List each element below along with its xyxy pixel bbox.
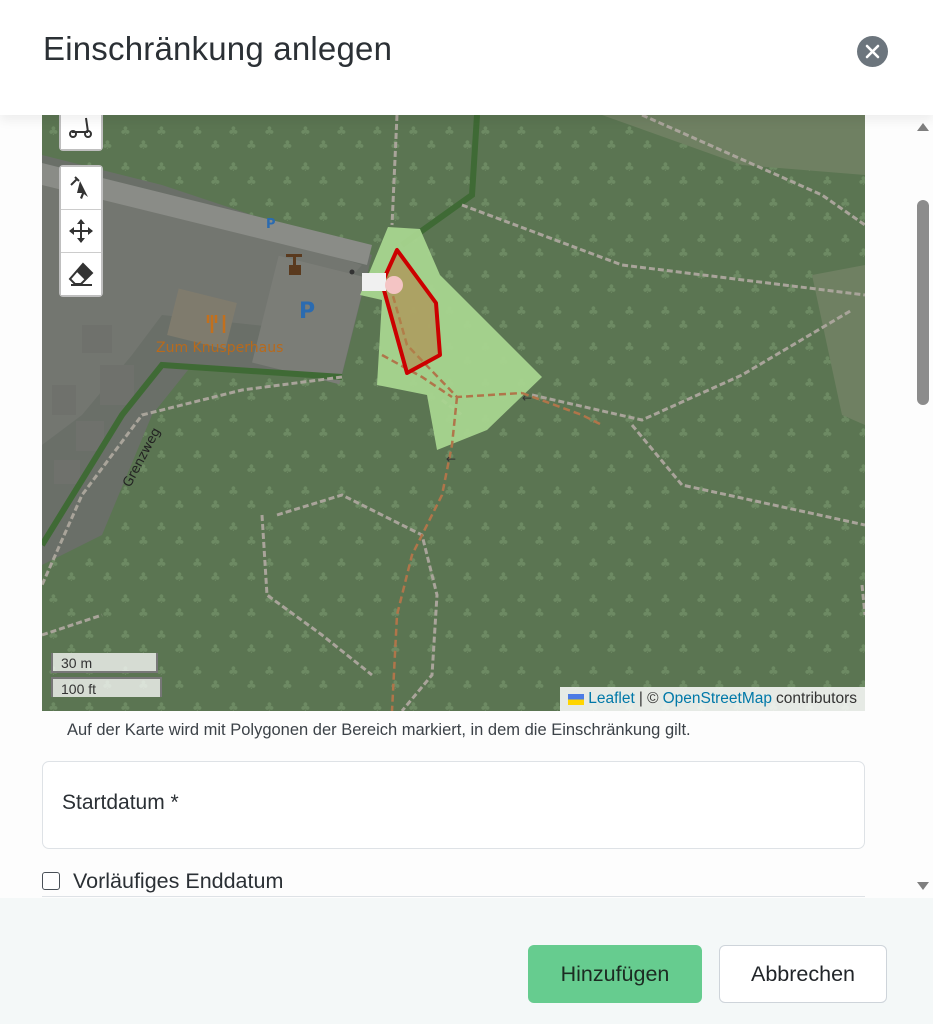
scroll-thumb[interactable] [917,200,929,405]
modal-body: ♣ ♣ [0,115,933,898]
parking-label-small: P [266,217,276,232]
provisional-end-label[interactable]: Vorläufiges Enddatum [73,869,283,894]
osm-link[interactable]: OpenStreetMap [663,687,772,711]
start-date-field[interactable]: Startdatum * [42,761,865,849]
edit-toolbar [59,165,103,297]
move-icon [69,219,93,243]
scroll-down-arrow-icon[interactable] [917,882,929,890]
edit-vertex-button[interactable] [61,167,101,210]
attribution-suffix: contributors [776,690,857,707]
close-icon [865,44,880,59]
modal-header: Einschränkung anlegen [0,0,933,115]
eraser-icon [68,262,94,286]
close-button[interactable] [857,36,888,67]
start-date-label: Startdatum * [62,791,179,814]
svg-text:←: ← [522,391,532,405]
draw-scooter-button[interactable] [61,115,101,149]
move-button[interactable] [61,210,101,253]
scrollbar[interactable] [912,115,933,898]
parking-label-big: P [299,299,315,324]
restaurant-label: Zum Knusperhaus [156,340,283,356]
erase-button[interactable] [61,253,101,295]
provisional-end-checkbox[interactable] [42,872,60,890]
draw-toolbar-top [59,115,103,151]
map[interactable]: ♣ ♣ [42,115,865,711]
map-tiles: ♣ ♣ [42,115,865,711]
scooter-icon [69,117,92,138]
map-attribution: Leaflet | © OpenStreetMap contributors [560,687,865,711]
modal-footer: Hinzufügen Abbrechen [0,898,933,1024]
cancel-button[interactable]: Abbrechen [719,945,887,1003]
svg-text:←: ← [446,452,456,466]
ukraine-flag-icon [568,693,585,705]
add-button[interactable]: Hinzufügen [528,945,702,1003]
scale-imperial: 100 ft [51,677,162,697]
leaflet-link[interactable]: Leaflet [588,687,635,711]
edit-pointer-icon [70,176,88,199]
provisional-end-row: Vorläufiges Enddatum [42,867,283,895]
map-help-text: Auf der Karte wird mit Polygonen der Ber… [67,721,691,739]
attribution-separator: | © [638,690,659,707]
scale-metric: 30 m [51,653,158,673]
scroll-up-arrow-icon[interactable] [917,123,929,131]
modal-title: Einschränkung anlegen [43,30,393,67]
